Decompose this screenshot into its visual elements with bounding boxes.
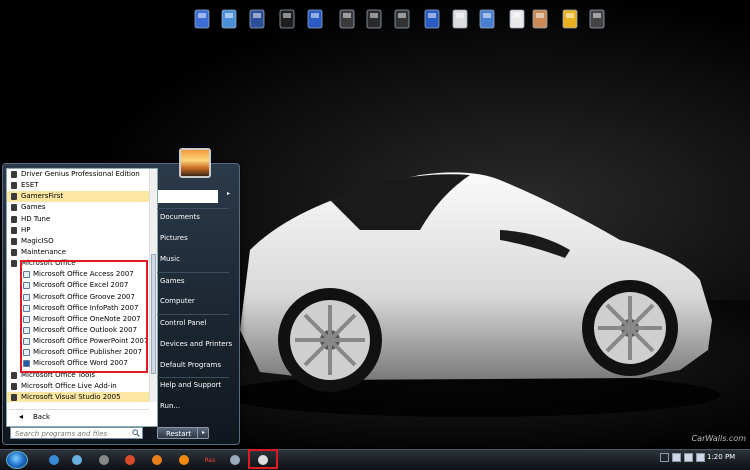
folder-icon xyxy=(11,171,17,178)
start-menu-link[interactable]: Games xyxy=(160,277,185,285)
all-programs-pane: Driver Genius Professional Edition ESET Ga… xyxy=(6,168,158,427)
folder-icon xyxy=(11,182,17,190)
program-label: Microsoft Visual Studio 2005 xyxy=(21,392,121,401)
program-label: Driver Genius Professional Edition xyxy=(21,170,140,178)
program-label: MagicISO xyxy=(21,236,54,245)
program-folder[interactable]: Games xyxy=(7,202,149,213)
start-menu-link[interactable]: Control Panel xyxy=(160,319,206,327)
program-label: GamersFirst xyxy=(21,192,64,201)
start-menu-link[interactable]: Devices and Printers xyxy=(160,340,232,348)
tools-icon[interactable] xyxy=(560,5,582,33)
user-jumplist-arrow-icon[interactable]: ▸ xyxy=(227,190,230,197)
network-icon[interactable] xyxy=(70,453,84,467)
package-icon[interactable] xyxy=(228,453,242,467)
contacts-icon[interactable] xyxy=(507,5,529,33)
program-folder[interactable]: ESET xyxy=(7,180,149,191)
folder-icon xyxy=(11,382,17,390)
system-tray xyxy=(660,453,708,464)
computer-icon[interactable] xyxy=(192,5,214,33)
back-label: Back xyxy=(33,413,50,421)
menu-separator xyxy=(157,377,229,378)
search-input[interactable]: Search programs and files xyxy=(10,427,143,439)
program-label: HP xyxy=(21,225,31,234)
back-arrow-icon: ◂ xyxy=(19,412,24,421)
network-tray-icon[interactable] xyxy=(684,453,693,462)
start-menu-link[interactable]: Help and Support xyxy=(160,381,221,389)
media-player-icon[interactable] xyxy=(47,453,61,467)
folder-icon xyxy=(11,237,17,245)
program-label: Maintenance xyxy=(21,247,67,256)
start-menu-link[interactable]: Default Programs xyxy=(160,361,221,369)
folder-icon xyxy=(11,226,17,234)
program-label: HD Tune xyxy=(21,214,51,223)
chrome-icon[interactable] xyxy=(123,453,137,467)
network-globe-icon[interactable] xyxy=(219,5,241,33)
notes-icon[interactable] xyxy=(450,5,472,33)
annotation-red-box xyxy=(20,260,148,373)
folder-icon xyxy=(11,393,17,401)
user-icon[interactable] xyxy=(530,5,552,33)
folder-icon xyxy=(11,371,17,379)
start-orb-icon[interactable] xyxy=(6,451,28,469)
folder-icon xyxy=(11,215,17,223)
scrollbar-thumb[interactable] xyxy=(151,254,156,374)
start-menu-link[interactable]: Music xyxy=(160,255,180,263)
taskbar: Res xyxy=(0,449,750,470)
pictures-icon[interactable] xyxy=(337,5,359,33)
documents-icon[interactable] xyxy=(305,5,327,33)
program-label: Microsoft Office Live Add-in xyxy=(21,381,117,390)
res-label: Res xyxy=(204,456,216,464)
start-menu-link[interactable]: Documents xyxy=(160,213,200,221)
library-icon[interactable] xyxy=(247,5,269,33)
folder-icon xyxy=(11,193,17,201)
downloads-icon[interactable] xyxy=(422,5,444,33)
up-arrow-icon[interactable] xyxy=(660,453,669,462)
user-name-field[interactable] xyxy=(158,190,218,203)
program-folder[interactable]: GamersFirst xyxy=(7,191,149,203)
start-menu-link[interactable]: Computer xyxy=(160,297,195,305)
program-folder[interactable]: HD Tune xyxy=(7,214,149,225)
menu-separator xyxy=(157,314,229,315)
folder-icon xyxy=(11,260,17,268)
program-folder[interactable]: Microsoft Visual Studio 2005 xyxy=(7,391,149,402)
user-avatar[interactable] xyxy=(179,148,211,178)
res-icon[interactable]: Res xyxy=(203,453,217,467)
taskbar-annotation-red-box xyxy=(248,449,278,469)
steam-icon[interactable] xyxy=(97,453,111,467)
volume-icon[interactable] xyxy=(696,453,705,462)
program-folder[interactable]: HP xyxy=(7,225,149,236)
vlc-icon[interactable] xyxy=(177,453,191,467)
program-folder[interactable]: MagicISO xyxy=(7,236,149,247)
menu-separator xyxy=(157,208,229,209)
program-label: Games xyxy=(21,203,46,212)
music-icon[interactable] xyxy=(364,5,386,33)
shutdown-options-arrow-icon[interactable]: ▸ xyxy=(197,427,209,439)
program-folder[interactable]: Driver Genius Professional Edition xyxy=(7,169,149,180)
videos-icon[interactable] xyxy=(392,5,414,33)
folder-icon xyxy=(11,204,17,212)
start-menu: Driver Genius Professional Edition ESET Ga… xyxy=(2,163,240,445)
menu-separator xyxy=(157,272,229,273)
folder-icon xyxy=(11,248,17,256)
program-folder[interactable]: Microsoft Office Live Add-in xyxy=(7,381,149,392)
flag-icon[interactable] xyxy=(672,453,681,462)
recycle-bin-icon[interactable] xyxy=(587,5,609,33)
back-button[interactable]: ◂ Back xyxy=(9,409,149,423)
wallpaper-watermark: CarWalls.com xyxy=(691,434,746,443)
top-dock xyxy=(0,5,750,35)
start-menu-link[interactable]: Run... xyxy=(160,402,180,410)
search-placeholder: Search programs and files xyxy=(15,430,108,438)
screen-icon[interactable] xyxy=(477,5,499,33)
program-folder[interactable]: Maintenance xyxy=(7,247,149,258)
taskbar-clock[interactable]: 1:20 PM xyxy=(707,453,735,461)
program-list-scrollbar[interactable] xyxy=(149,169,157,402)
firefox-icon[interactable] xyxy=(150,453,164,467)
start-menu-link[interactable]: Pictures xyxy=(160,234,188,242)
program-label: ESET xyxy=(21,181,39,190)
book-icon[interactable] xyxy=(277,5,299,33)
search-icon xyxy=(132,429,140,441)
